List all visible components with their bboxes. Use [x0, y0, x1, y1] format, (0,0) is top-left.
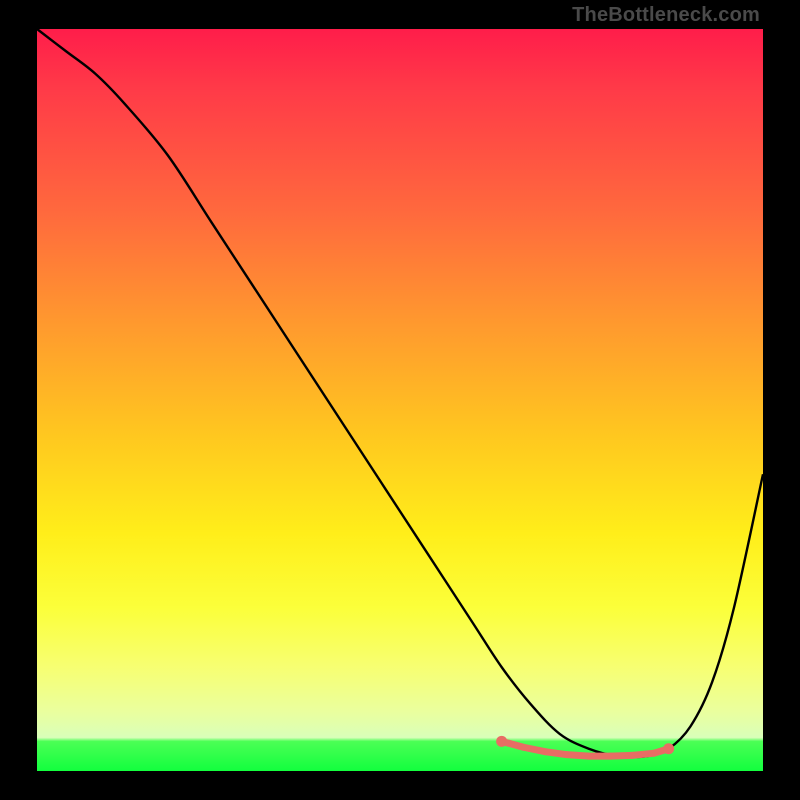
- optimal-range-endpoint: [663, 743, 674, 754]
- optimal-range-markers: [496, 736, 674, 756]
- optimal-range-endpoint: [496, 736, 507, 747]
- chart-svg: [37, 29, 763, 771]
- watermark-text: TheBottleneck.com: [572, 4, 760, 27]
- bottleneck-curve-path: [37, 29, 763, 757]
- chart-frame: [37, 29, 763, 771]
